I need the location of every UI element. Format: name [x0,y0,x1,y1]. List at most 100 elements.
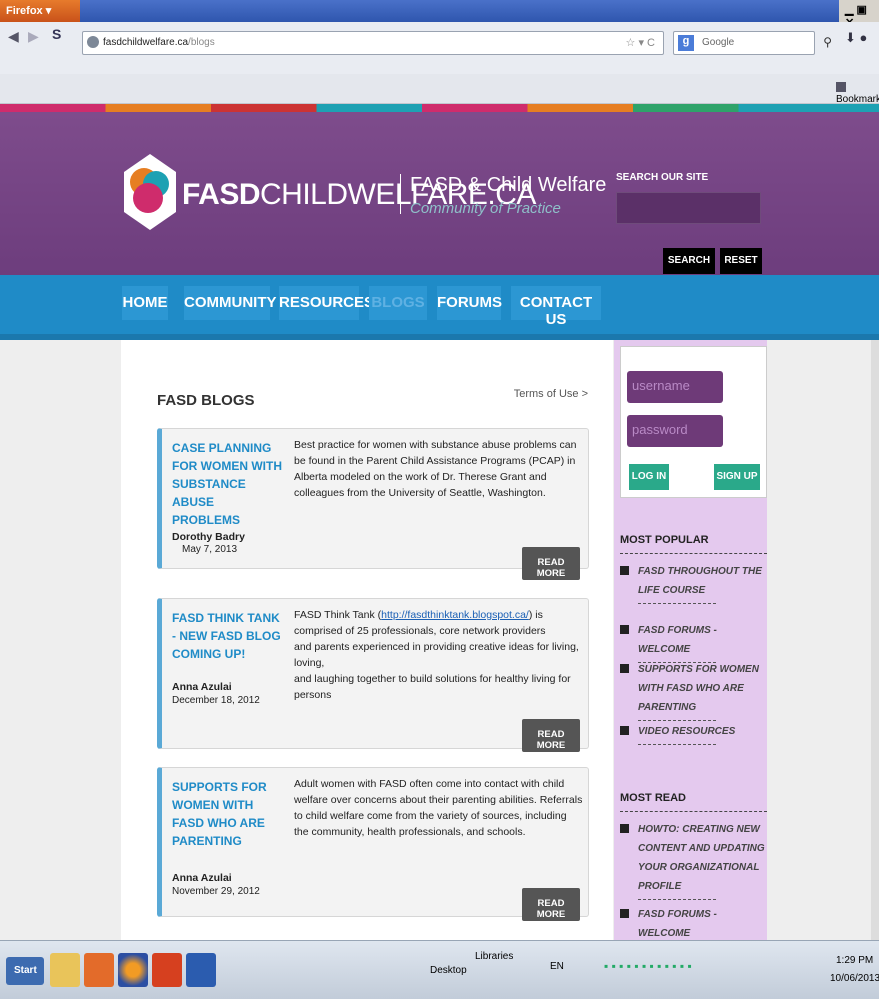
site-header: FASDCHILDWELFARE.CA FASD & Child Welfare… [0,112,879,275]
excerpt-line-3: and laughing together to build solutions… [294,673,571,701]
media-player-icon[interactable] [84,953,114,987]
comment-icon [620,625,629,634]
sync-icon[interactable]: S [52,26,61,42]
comment-icon [620,726,629,735]
comment-icon [620,909,629,918]
terms-link[interactable]: Terms of Use > [514,388,588,400]
popular-item[interactable]: FASD THROUGHOUT THE LIFE COURSE [620,562,767,604]
back-icon[interactable]: ◀ [8,28,19,45]
menu-blogs[interactable]: BLOGS [369,286,427,320]
read-item[interactable]: HOWTO: CREATING NEW CONTENT AND UPDATING… [620,820,767,900]
tagline-secondary: Community of Practice [410,200,561,217]
main-menu: HOME COMMUNITY RESOURCES BLOGS FORUMS CO… [0,275,879,340]
bookmarks-bar: Bookmark [0,74,879,105]
excerpt-line-2: and parents experienced in providing cre… [294,641,579,669]
site-search-input[interactable] [616,192,761,224]
blog-title[interactable]: CASE PLANNING FOR WOMEN WITH SUBSTANCE A… [172,439,284,529]
sidebar: username password LOG IN SIGN UP MOST PO… [614,340,767,940]
logo-separator [400,174,401,214]
comment-icon [620,566,629,575]
search-placeholder: Google [702,37,735,48]
firefox-icon[interactable] [118,953,148,987]
popular-item[interactable]: SUPPORTS FOR WOMEN WITH FASD WHO ARE PAR… [620,660,767,721]
blog-card: SUPPORTS FOR WOMEN WITH FASD WHO ARE PAR… [157,767,589,921]
read-item[interactable]: FASD FORUMS - WELCOME [620,905,767,940]
reset-button[interactable]: RESET [720,248,762,274]
blog-date: November 29, 2012 [172,886,260,897]
blog-author: Anna Azulai [172,681,232,693]
forward-icon[interactable]: ▶ [28,28,39,45]
divider [638,899,716,900]
explorer-icon[interactable] [50,953,80,987]
bookmark-star-icon[interactable]: ☆ ▾ C [626,36,655,49]
menu-forums[interactable]: FORUMS [437,286,502,320]
toolbar-icons[interactable]: ⬇ ● [845,30,867,46]
url-bar[interactable]: fasdchildwelfare.ca/blogs ☆ ▾ C [82,31,664,55]
windows-taskbar: Start Desktop Libraries EN ▪ ▪ ▪ ▪ ▪ ▪ ▪… [0,940,879,999]
window-titlebar: Firefox ▾ ▁ ▣ ✕ [0,0,879,29]
popular-item-label: FASD FORUMS - WELCOME [638,625,717,655]
comment-icon [620,824,629,833]
word-icon[interactable] [186,953,216,987]
clock-time[interactable]: 1:29 PM [836,955,873,966]
login-box: username password LOG IN SIGN UP [620,346,767,498]
libraries-toolbar[interactable]: Libraries [475,951,513,962]
blog-card: FASD THINK TANK - NEW FASD BLOG COMING U… [157,598,589,752]
popular-item[interactable]: FASD FORUMS - WELCOME [620,621,767,663]
language-indicator[interactable]: EN [550,961,564,972]
search-icon[interactable]: ⚲ [823,35,832,49]
color-stripe [0,104,879,112]
firefox-menu-button[interactable]: Firefox ▾ [0,0,80,22]
password-field[interactable]: password [627,415,723,447]
divider [638,744,716,745]
start-button[interactable]: Start [6,957,44,985]
popular-item-label: VIDEO RESOURCES [638,726,736,737]
site-identity-icon[interactable] [87,36,99,48]
url-domain: fasdchildwelfare.ca [103,37,189,48]
menu-home[interactable]: HOME [122,286,168,320]
username-field[interactable]: username [627,371,723,403]
search-bar[interactable]: g Google ⚲ [673,31,832,55]
blog-date: December 18, 2012 [172,695,260,706]
popular-item[interactable]: VIDEO RESOURCES [620,722,767,745]
read-item-label: FASD FORUMS - WELCOME [638,909,717,939]
page-title: FASD BLOGS [157,392,255,409]
divider [620,553,767,554]
google-icon[interactable]: g [678,35,694,51]
browser-navbar: ◀ ▶ S fasdchildwelfare.ca/blogs ☆ ▾ C g … [0,22,879,74]
app-icon[interactable] [152,953,182,987]
search-button[interactable]: SEARCH [663,248,715,274]
read-more-button[interactable]: READ MORE [522,547,580,580]
desktop-toolbar[interactable]: Desktop [430,965,467,976]
blog-excerpt: FASD Think Tank (http://fasdthinktank.bl… [294,607,584,703]
menu-contact-us[interactable]: CONTACT US [511,286,601,328]
blog-excerpt: Adult women with FASD often come into co… [294,778,583,838]
most-popular-heading: MOST POPULAR [620,534,709,546]
blog-author: Anna Azulai [172,872,232,884]
think-tank-link[interactable]: http://fasdthinktank.blogspot.ca/ [381,609,529,621]
popular-item-label: FASD THROUGHOUT THE LIFE COURSE [638,566,762,596]
window-controls[interactable]: ▁ ▣ ✕ [839,0,879,29]
read-more-button[interactable]: READ MORE [522,719,580,752]
blog-title[interactable]: SUPPORTS FOR WOMEN WITH FASD WHO ARE PAR… [172,778,284,850]
bookmarks-menu[interactable]: Bookmark [836,82,879,105]
tagline-primary: FASD & Child Welfare [410,174,607,196]
most-read-heading: MOST READ [620,792,686,804]
comment-icon [620,664,629,673]
menu-resources[interactable]: RESOURCES [279,286,374,320]
blog-list: FASD BLOGS Terms of Use > CASE PLANNING … [121,340,613,940]
page-scrollbar[interactable] [871,340,879,940]
menu-community[interactable]: COMMUNITY [184,286,277,320]
login-button[interactable]: LOG IN [629,464,669,490]
clock-date[interactable]: 10/06/2013 [830,973,879,984]
page-viewport: FASDCHILDWELFARE.CA FASD & Child Welfare… [0,104,879,940]
read-item-label: HOWTO: CREATING NEW CONTENT AND UPDATING… [638,824,765,892]
logo-bold: FASD [182,178,261,211]
popular-item-label: SUPPORTS FOR WOMEN WITH FASD WHO ARE PAR… [638,664,759,713]
search-label: SEARCH OUR SITE [616,172,709,183]
logo-icon[interactable] [122,152,178,232]
read-more-button[interactable]: READ MORE [522,888,580,921]
blog-title[interactable]: FASD THINK TANK - NEW FASD BLOG COMING U… [172,609,284,663]
tray-icons[interactable]: ▪ ▪ ▪ ▪ ▪ ▪ ▪ ▪ ▪ ▪ ▪ ▪ [604,959,692,973]
signup-button[interactable]: SIGN UP [714,464,760,490]
